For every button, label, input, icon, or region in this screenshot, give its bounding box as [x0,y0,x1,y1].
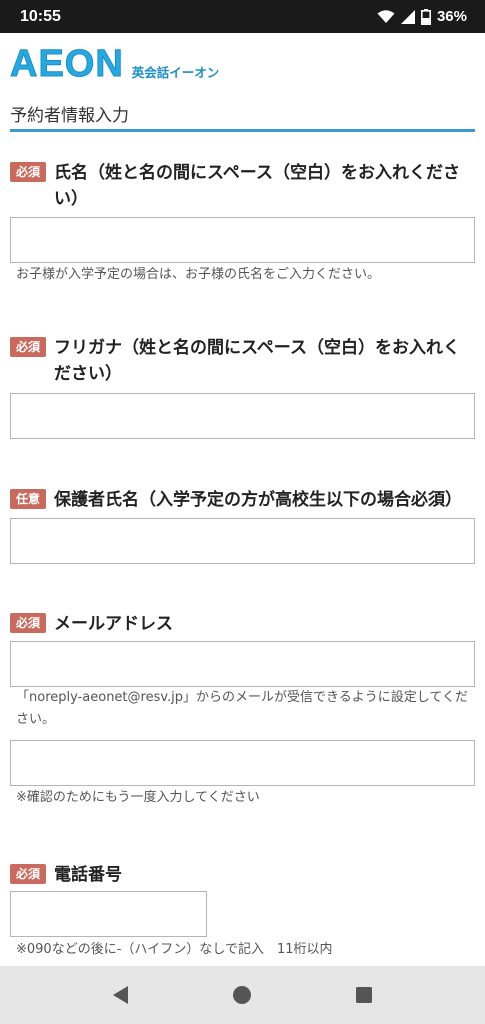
phone-field-group: 必須 電話番号 ※090などの後に-（ハイフン）なしで記入 11桁以内 [10,862,475,961]
signal-icon [400,9,415,24]
required-badge: 必須 [10,613,46,633]
name-label: 氏名（姓と名の間にスペース（空白）をお入れください） [54,163,460,209]
guardian-label: 保護者氏名（入学予定の方が高校生以下の場合必須） [54,490,462,510]
email-note: 「noreply-aeonet@resv.jp」からのメールが受信できるように設… [16,690,468,727]
email-confirm-note: ※確認のためにもう一度入力してください [16,790,260,805]
back-button[interactable] [101,975,141,1015]
required-badge: 必須 [10,337,46,357]
required-badge: 必須 [10,162,46,182]
email-label: メールアドレス [54,614,173,634]
page-content: AEON 英会話イーオン 予約者情報入力 必須 氏名（姓と名の間にスペース（空白… [0,33,485,966]
navigation-bar [0,966,485,1024]
phone-input[interactable] [10,891,207,937]
status-icons: 36% [377,8,467,25]
site-header: AEON 英会話イーオン [10,41,220,84]
furigana-input[interactable] [10,393,475,439]
phone-note: ※090などの後に-（ハイフン）なしで記入 11桁以内 [16,942,333,957]
title-divider [10,129,475,132]
status-bar: 10:55 36% [0,0,485,33]
required-badge: 必須 [10,864,46,884]
email-label-row: 必須 メールアドレス [10,611,475,637]
page-title: 予約者情報入力 [10,106,129,126]
wifi-icon [377,9,395,23]
name-note: お子様が入学予定の場合は、お子様の氏名をご入力ください。 [16,267,381,282]
battery-percent: 36% [436,8,467,25]
guardian-field-group: 任意 保護者氏名（入学予定の方が高校生以下の場合必須） [10,487,475,564]
furigana-field-group: 必須 フリガナ（姓と名の間にスペース（空白）をお入れください） [10,335,475,439]
phone-label: 電話番号 [54,865,122,885]
name-input[interactable] [10,217,475,263]
email-input[interactable] [10,641,475,687]
recents-button[interactable] [344,975,384,1015]
aeon-logo[interactable]: AEON [10,45,124,84]
optional-badge: 任意 [10,489,46,509]
guardian-name-input[interactable] [10,518,475,564]
phone-label-row: 必須 電話番号 [10,862,475,888]
status-time: 10:55 [20,7,61,25]
name-field-group: 必須 氏名（姓と名の間にスペース（空白）をお入れください） お子様が入学予定の場… [10,160,475,286]
recents-square-icon [356,987,373,1003]
email-confirm-input[interactable] [10,740,475,786]
brand-subtitle: 英会話イーオン [131,65,220,80]
name-label-row: 必須 氏名（姓と名の間にスペース（空白）をお入れください） [10,160,475,212]
furigana-label-row: 必須 フリガナ（姓と名の間にスペース（空白）をお入れください） [10,335,475,387]
battery-icon [420,8,431,25]
back-triangle-icon [112,986,128,1004]
guardian-label-row: 任意 保護者氏名（入学予定の方が高校生以下の場合必須） [10,487,475,513]
home-button[interactable] [222,975,262,1015]
home-circle-icon [233,986,252,1004]
furigana-label: フリガナ（姓と名の間にスペース（空白）をお入れください） [54,338,460,384]
email-field-group: 必須 メールアドレス 「noreply-aeonet@resv.jp」からのメー… [10,611,475,809]
